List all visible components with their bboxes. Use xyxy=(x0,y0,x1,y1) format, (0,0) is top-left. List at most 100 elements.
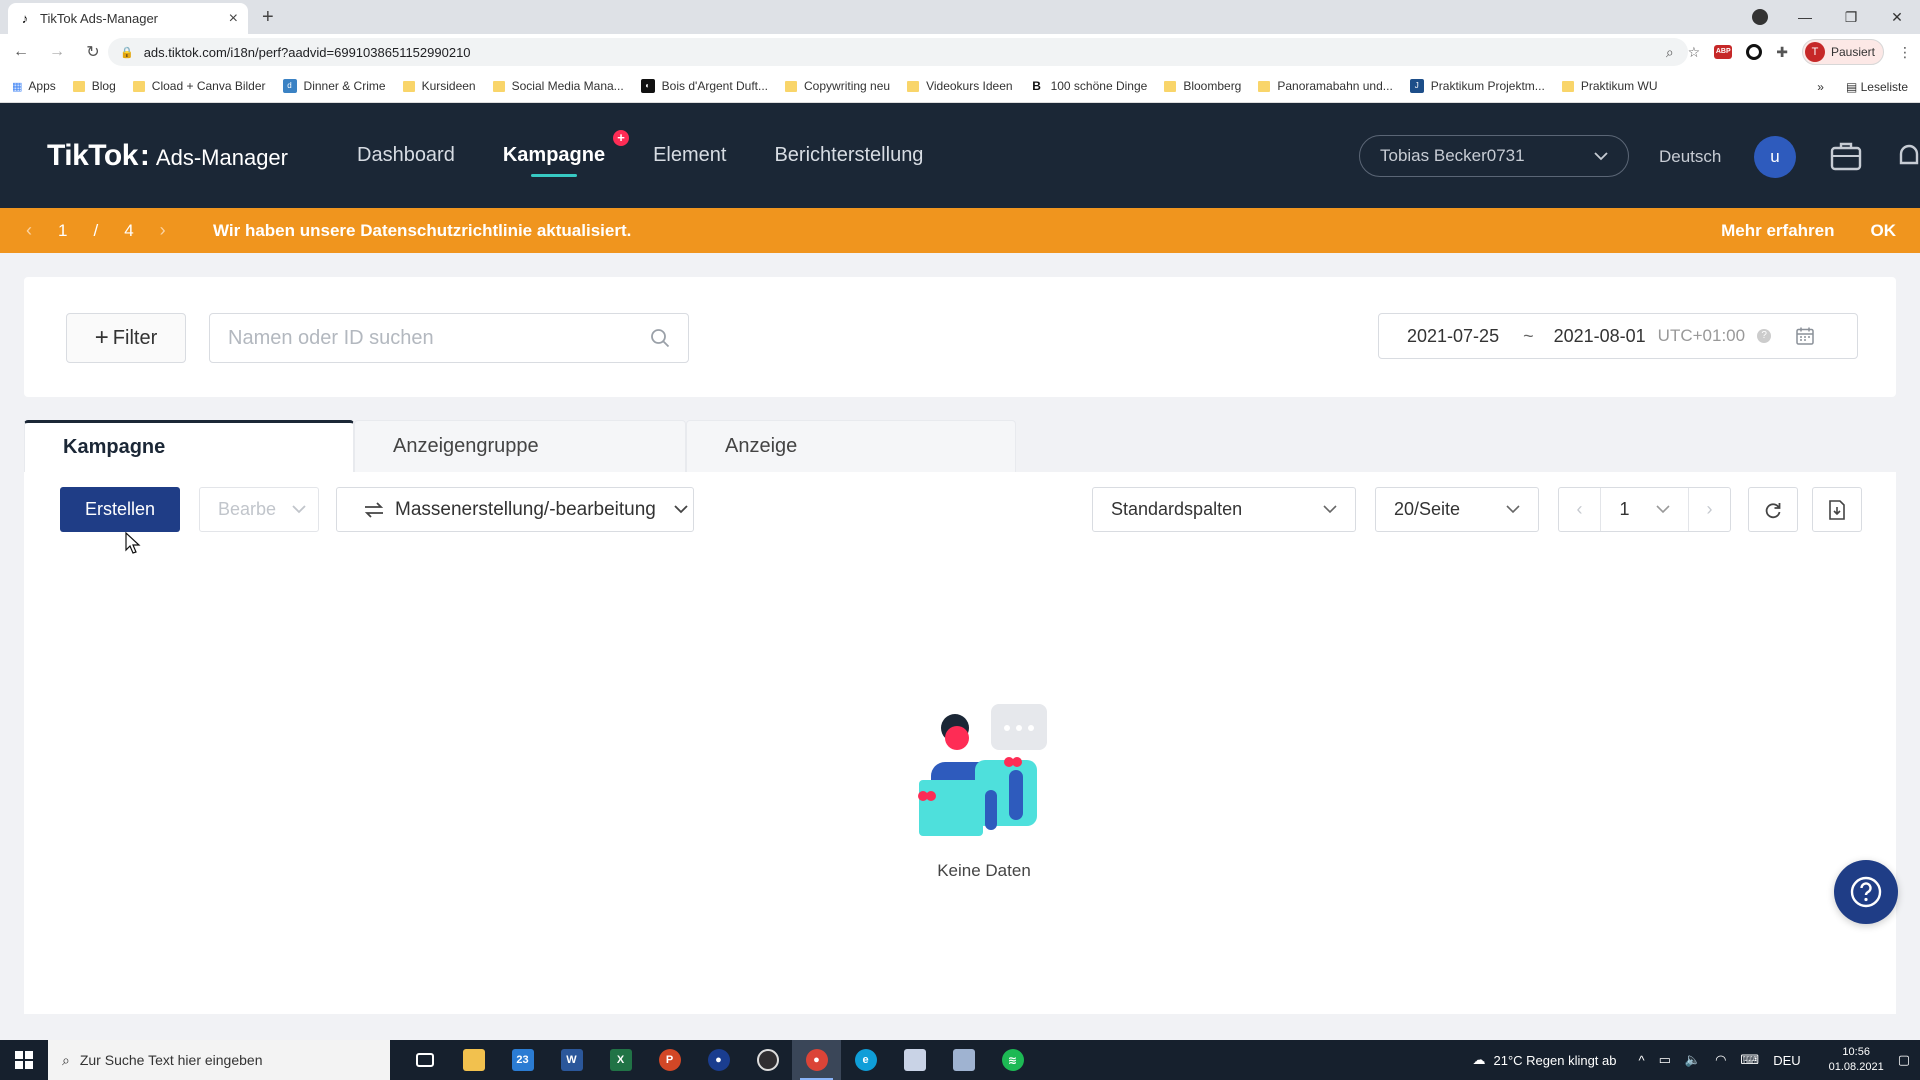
notice-pager: ‹ 1 / 4 › xyxy=(26,220,166,241)
next-page-button[interactable]: › xyxy=(1688,488,1730,531)
bookmark-item[interactable]: Social Media Mana... xyxy=(492,79,624,93)
bookmark-item[interactable]: ◐ Bois d'Argent Duft... xyxy=(640,79,768,93)
excel-app[interactable]: X xyxy=(596,1040,645,1080)
reload-icon[interactable]: ↻ xyxy=(78,42,108,62)
word-app[interactable]: W xyxy=(547,1040,596,1080)
nav-kampagne[interactable]: Kampagne + xyxy=(503,130,630,177)
weather-widget[interactable]: ☁ 21°C Regen klingt ab xyxy=(1472,1052,1616,1068)
bookmark-item[interactable]: Copywriting neu xyxy=(785,79,890,93)
app-generic[interactable] xyxy=(890,1040,939,1080)
bookmark-item[interactable]: Cload + Canva Bilder xyxy=(132,79,266,93)
learn-more-link[interactable]: Mehr erfahren xyxy=(1721,221,1834,241)
app-generic[interactable] xyxy=(939,1040,988,1080)
bookmark-star-icon[interactable]: ☆ xyxy=(1688,44,1701,61)
bookmark-apps[interactable]: ▦ Apps xyxy=(12,79,56,93)
bookmark-item[interactable]: Blog xyxy=(72,79,116,93)
edit-dropdown[interactable]: Bearbe xyxy=(199,487,319,532)
tiktok-ads-logo[interactable]: TikTok: Ads-Manager xyxy=(47,139,288,173)
windows-start-button[interactable] xyxy=(0,1040,48,1080)
nav-element[interactable]: Element xyxy=(653,144,726,167)
reading-list-button[interactable]: ▤ Leseliste xyxy=(1846,80,1908,94)
more-bookmarks-icon[interactable]: » xyxy=(1817,80,1824,94)
new-tab-icon[interactable]: + xyxy=(262,6,274,29)
battery-icon[interactable]: ▭ xyxy=(1659,1052,1671,1068)
input-language[interactable]: DEU xyxy=(1773,1053,1800,1068)
zoom-icon[interactable]: ⌕ xyxy=(1666,44,1674,61)
chevron-left-icon[interactable]: ‹ xyxy=(26,220,32,241)
tab-kampagne[interactable]: Kampagne xyxy=(24,420,354,472)
edge-app[interactable]: e xyxy=(841,1040,890,1080)
nav-berichterstellung[interactable]: Berichterstellung xyxy=(774,144,923,167)
calendar-icon[interactable] xyxy=(1795,326,1815,346)
profile-status: Pausiert xyxy=(1830,45,1875,59)
mail-app[interactable]: 23 xyxy=(498,1040,547,1080)
date-range-picker[interactable]: 2021-07-25 ~ 2021-08-01 UTC+01:00 ? xyxy=(1378,313,1858,359)
briefcase-icon[interactable] xyxy=(1829,139,1863,173)
minimize-icon[interactable]: — xyxy=(1782,9,1828,25)
notice-bar: ‹ 1 / 4 › Wir haben unsere Datenschutzri… xyxy=(0,208,1920,253)
chevron-right-icon[interactable]: › xyxy=(160,220,166,241)
browser-menu-icon[interactable]: ⋮ xyxy=(1898,44,1912,61)
bookmark-item[interactable]: J Praktikum Projektm... xyxy=(1409,79,1545,93)
nav-dashboard[interactable]: Dashboard xyxy=(357,144,455,167)
address-bar[interactable]: 🔒 ads.tiktok.com/i18n/perf?aadvid=699103… xyxy=(108,38,1688,66)
page-size-select[interactable]: 20/Seite xyxy=(1375,487,1539,532)
chevron-up-icon[interactable]: ^ xyxy=(1638,1053,1644,1068)
obs-app[interactable] xyxy=(743,1040,792,1080)
close-tab-icon[interactable]: × xyxy=(229,10,238,28)
notice-ok-button[interactable]: OK xyxy=(1871,221,1897,241)
create-button[interactable]: Erstellen xyxy=(60,487,180,532)
chrome-app[interactable]: ● xyxy=(792,1040,841,1080)
prev-page-button[interactable]: ‹ xyxy=(1559,488,1601,531)
close-window-icon[interactable]: ✕ xyxy=(1874,9,1920,26)
bookmarks-bar: ▦ Apps Blog Cload + Canva Bilder d Dinner … xyxy=(0,70,1920,103)
user-avatar[interactable]: u xyxy=(1754,136,1796,178)
spotify-app[interactable]: ≋ xyxy=(988,1040,1037,1080)
tab-anzeige[interactable]: Anzeige xyxy=(686,420,1016,472)
bookmark-item[interactable]: Kursideen xyxy=(402,79,476,93)
bookmark-item[interactable]: Praktikum WU xyxy=(1561,79,1657,93)
grammarly-extension-icon[interactable] xyxy=(1746,44,1763,60)
bell-icon[interactable] xyxy=(1897,139,1920,173)
powerpoint-app[interactable]: P xyxy=(645,1040,694,1080)
pagination: ‹ 1 › xyxy=(1558,487,1731,532)
app-generic[interactable]: ● xyxy=(694,1040,743,1080)
info-icon[interactable]: ? xyxy=(1757,329,1772,343)
bookmark-item[interactable]: B 100 schöne Dinge xyxy=(1029,79,1147,93)
keyboard-icon[interactable]: ⌨ xyxy=(1740,1052,1759,1068)
extensions-puzzle-icon[interactable]: ✚ xyxy=(1776,44,1788,61)
search-icon[interactable] xyxy=(650,328,670,348)
taskbar-search[interactable]: ⌕ Zur Suche Text hier eingeben xyxy=(48,1040,390,1080)
filter-card: + Filter 2021-07-25 ~ 2021-08-01 UTC+01:… xyxy=(24,277,1896,397)
export-button[interactable] xyxy=(1812,487,1862,532)
back-icon[interactable]: ← xyxy=(6,43,36,61)
browser-tab[interactable]: ♪ TikTok Ads-Manager × xyxy=(8,3,248,34)
bookmark-item[interactable]: Bloomberg xyxy=(1164,79,1241,93)
profile-button[interactable]: T Pausiert xyxy=(1801,39,1884,65)
clock[interactable]: 10:56 01.08.2021 xyxy=(1829,1045,1884,1075)
network-icon[interactable]: ◠ xyxy=(1715,1052,1726,1068)
bookmark-item[interactable]: Videokurs Ideen xyxy=(907,79,1013,93)
task-view-button[interactable] xyxy=(400,1040,449,1080)
account-selector[interactable]: Tobias Becker0731 xyxy=(1359,135,1629,177)
word-icon: W xyxy=(560,1049,583,1071)
restore-icon[interactable]: ❐ xyxy=(1828,9,1874,26)
search-input[interactable] xyxy=(228,326,650,350)
refresh-button[interactable] xyxy=(1748,487,1798,532)
help-button[interactable] xyxy=(1834,860,1898,924)
site-favicon-icon: ◐ xyxy=(640,79,655,93)
page-number-select[interactable]: 1 xyxy=(1601,499,1688,520)
tab-search-icon[interactable] xyxy=(1752,9,1768,25)
bulk-create-edit-dropdown[interactable]: Massenerstellung/-bearbeitung xyxy=(336,487,694,532)
notification-icon[interactable]: ▢ xyxy=(1898,1052,1910,1068)
volume-icon[interactable]: 🔈 xyxy=(1685,1052,1701,1068)
forward-icon[interactable]: → xyxy=(42,43,72,61)
adblock-extension-icon[interactable]: ABP xyxy=(1714,45,1733,59)
language-switch[interactable]: Deutsch xyxy=(1659,147,1721,167)
bookmark-item[interactable]: d Dinner & Crime xyxy=(282,79,386,93)
tab-anzeigengruppe[interactable]: Anzeigengruppe xyxy=(354,420,686,472)
bookmark-item[interactable]: Panoramabahn und... xyxy=(1258,79,1393,93)
columns-select[interactable]: Standardspalten xyxy=(1092,487,1356,532)
add-filter-button[interactable]: + Filter xyxy=(66,313,186,363)
explorer-app[interactable] xyxy=(449,1040,498,1080)
